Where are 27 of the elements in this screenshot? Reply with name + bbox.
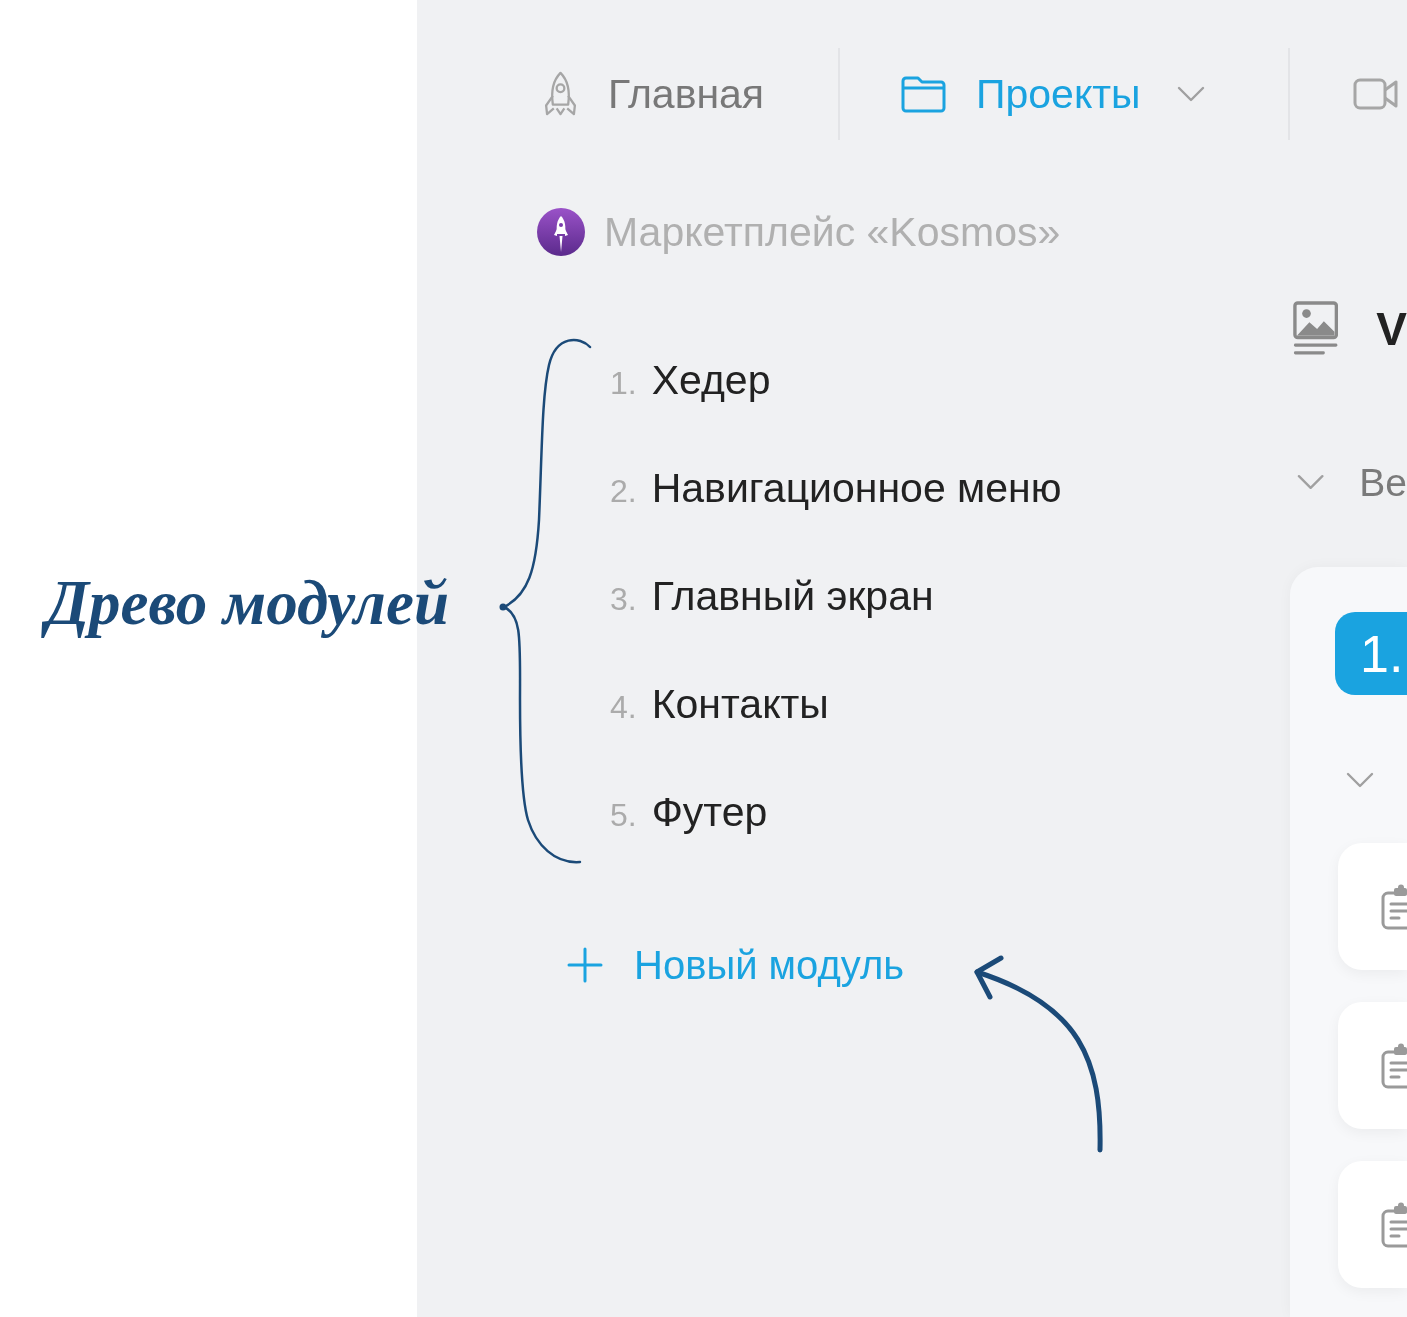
detail-heading: V [1376, 305, 1407, 352]
clipboard-icon [1381, 1042, 1407, 1089]
clipboard-icon [1381, 883, 1407, 930]
module-item[interactable]: 2. Навигационное меню [610, 467, 1062, 509]
project-title: Маркетплейс «Kosmos» [604, 211, 1061, 253]
nav-tab[interactable]: Главная [543, 71, 765, 117]
module-card[interactable] [1338, 843, 1407, 970]
annotation-label: Древо модулей [38, 558, 463, 649]
chevron-down-icon[interactable] [1346, 772, 1374, 788]
section-label: Ве [1359, 462, 1407, 502]
module-item[interactable]: 3. Главный экран [610, 575, 934, 617]
version-badge: 1. [1335, 612, 1407, 695]
chevron-down-icon[interactable] [1297, 474, 1325, 490]
chevron-down-icon[interactable] [1176, 86, 1205, 102]
module-card[interactable] [1338, 1002, 1407, 1129]
video-camera-icon [1353, 77, 1398, 111]
module-card[interactable] [1338, 1161, 1407, 1288]
rocket-badge-icon [537, 208, 585, 256]
clipboard-icon [1381, 1201, 1407, 1248]
module-item[interactable]: 1. Хедер [610, 359, 771, 401]
module-item[interactable]: 4. Контакты [610, 683, 829, 725]
folder-icon [901, 75, 946, 113]
module-item[interactable]: 5. Футер [610, 791, 768, 833]
plus-icon [567, 947, 603, 983]
nav-tab[interactable] [1353, 77, 1398, 111]
image-icon [1293, 300, 1339, 357]
rocket-icon [543, 71, 578, 117]
